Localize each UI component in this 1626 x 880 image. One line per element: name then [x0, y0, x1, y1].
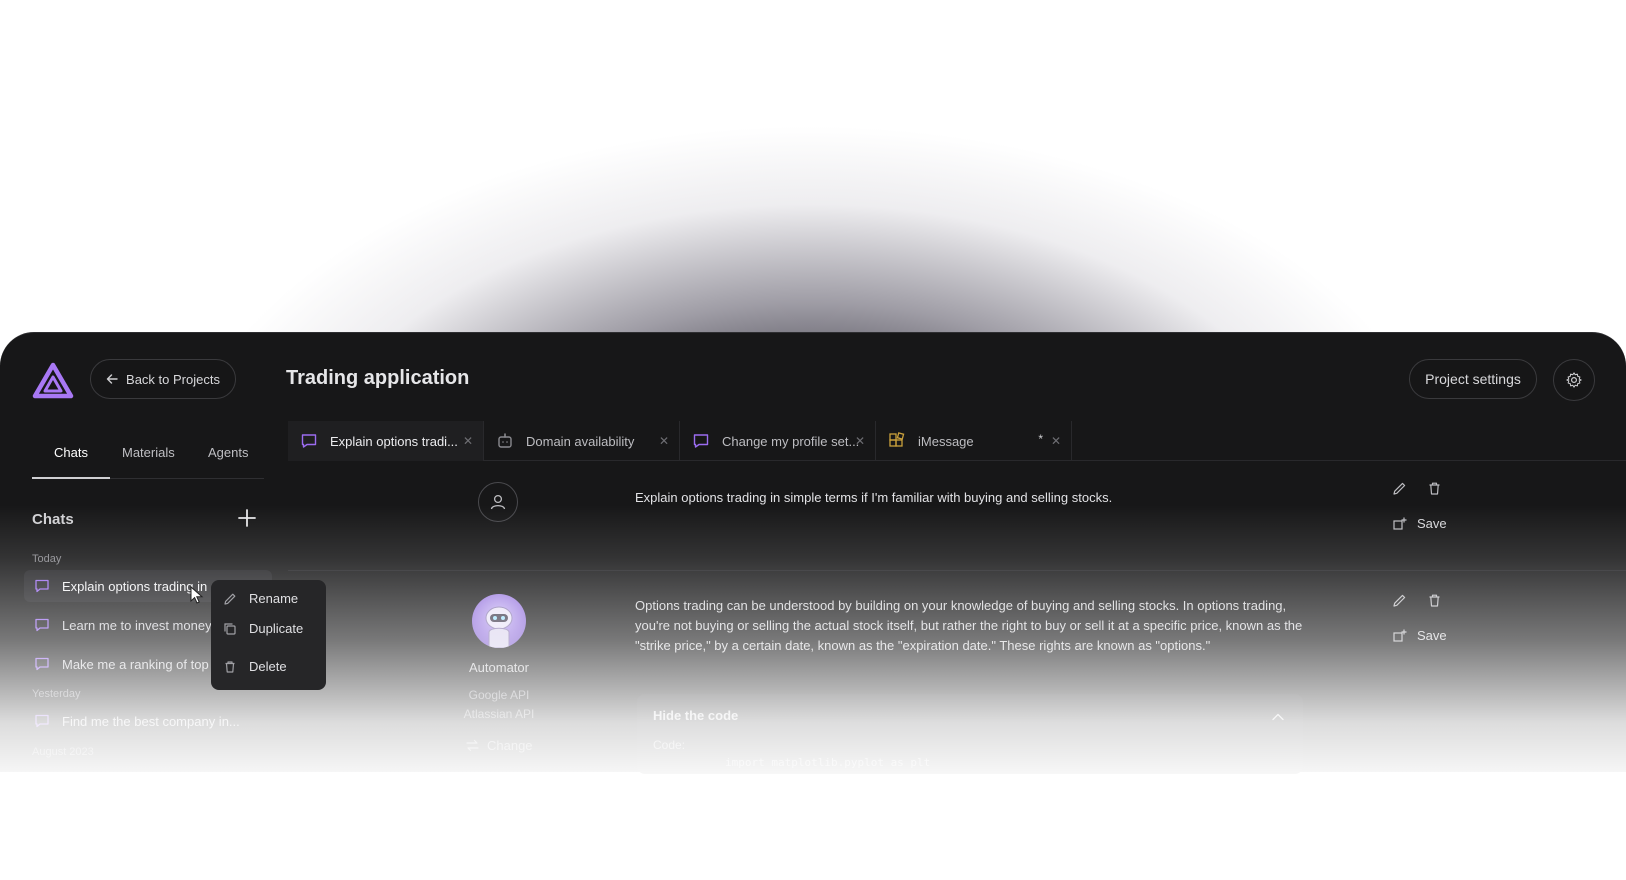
- sidebar-tabs: Chats Materials Agents: [32, 421, 264, 479]
- save-label: Save: [1417, 628, 1447, 643]
- user-icon: [490, 494, 506, 510]
- gear-icon: [1566, 372, 1582, 388]
- chat-icon: [301, 434, 317, 448]
- close-icon[interactable]: ✕: [659, 434, 669, 448]
- new-chat-plus-icon[interactable]: [236, 507, 258, 529]
- hide-code-toggle[interactable]: Hide the code: [653, 708, 738, 723]
- close-icon[interactable]: ✕: [463, 434, 473, 448]
- save-plus-icon: [1393, 629, 1407, 642]
- bot-message-text: Options trading can be understood by bui…: [635, 598, 1303, 653]
- chat-icon: [693, 434, 709, 448]
- tab-imessage[interactable]: iMessage * ✕: [876, 421, 1072, 461]
- context-menu-label: Duplicate: [249, 621, 304, 636]
- active-tab-indicator: [32, 477, 110, 479]
- mouse-cursor-icon: [190, 586, 204, 604]
- bot-name: Automator: [469, 660, 529, 675]
- arrow-left-icon: [106, 374, 118, 384]
- code-label: Code:: [653, 738, 686, 752]
- save-message-button[interactable]: Save: [1392, 516, 1447, 531]
- robot-avatar-icon: [485, 606, 513, 648]
- tab-agents[interactable]: Agents: [208, 445, 248, 460]
- chats-section-title: Chats: [32, 511, 74, 528]
- user-message-actions: [1392, 481, 1442, 496]
- chat-item-label: Make me a ranking of top i: [62, 656, 216, 672]
- code-line: import matplotlib.pyplot as plt: [725, 756, 931, 769]
- context-menu-duplicate[interactable]: Duplicate: [223, 621, 303, 636]
- context-menu-label: Rename: [249, 591, 299, 606]
- tab-domain-availability[interactable]: Domain availability ✕: [484, 421, 680, 461]
- tab-label: iMessage: [918, 433, 974, 449]
- chat-tab-bar: Explain options tradi... ✕ Domain availa…: [288, 421, 1626, 461]
- copy-icon: [224, 622, 236, 635]
- app-logo-icon: [32, 362, 74, 399]
- chat-icon: [35, 618, 49, 632]
- trash-icon[interactable]: [1427, 481, 1442, 496]
- user-message-text: Explain options trading in simple terms …: [635, 490, 1113, 505]
- message-divider: [288, 570, 1626, 571]
- trash-icon: [225, 660, 235, 673]
- save-message-button[interactable]: Save: [1392, 628, 1447, 643]
- tab-change-profile[interactable]: Change my profile set... ✕: [680, 421, 876, 461]
- close-icon[interactable]: ✕: [1051, 434, 1061, 448]
- robot-icon: [498, 433, 512, 448]
- edit-pencil-icon[interactable]: [1392, 481, 1407, 496]
- change-label: Change: [487, 738, 533, 753]
- context-menu-rename[interactable]: Rename: [223, 591, 298, 606]
- change-agent-button[interactable]: Change: [466, 738, 533, 753]
- chevron-up-icon[interactable]: [1271, 710, 1285, 724]
- pencil-icon: [224, 593, 236, 605]
- chat-item-label: Find me the best company in...: [62, 713, 240, 729]
- tab-chat-explain-options[interactable]: Explain options tradi... ✕: [288, 421, 484, 461]
- bot-avatar: [472, 594, 526, 648]
- chat-icon: [35, 579, 49, 593]
- edit-pencil-icon[interactable]: [1392, 593, 1407, 608]
- context-menu-label: Delete: [249, 659, 287, 674]
- back-to-projects-button[interactable]: Back to Projects: [90, 359, 236, 399]
- close-icon[interactable]: ✕: [855, 434, 865, 448]
- chat-icon: [35, 657, 49, 671]
- bot-message-actions: [1392, 593, 1442, 608]
- bot-api-atlassian: Atlassian API: [463, 707, 535, 721]
- context-menu-delete[interactable]: Delete: [223, 659, 287, 674]
- save-label: Save: [1417, 516, 1447, 531]
- project-settings-button[interactable]: Project settings: [1409, 359, 1537, 399]
- tab-materials[interactable]: Materials: [122, 445, 175, 460]
- trash-icon[interactable]: [1427, 593, 1442, 608]
- code-block: Hide the code Code: import matplotlib.py…: [637, 694, 1303, 774]
- chat-context-menu: Rename Duplicate Delete: [211, 580, 326, 690]
- apps-icon: [889, 432, 905, 447]
- swap-icon: [466, 739, 479, 752]
- user-avatar: [478, 482, 518, 522]
- unsaved-marker: *: [1038, 432, 1043, 446]
- tab-label: Change my profile set...: [722, 433, 860, 449]
- group-label-today: Today: [32, 553, 62, 565]
- group-label-yesterday: Yesterday: [32, 688, 81, 700]
- back-to-projects-label: Back to Projects: [126, 371, 220, 387]
- tab-chats[interactable]: Chats: [54, 445, 88, 460]
- chat-icon: [35, 714, 49, 728]
- settings-button[interactable]: [1553, 359, 1595, 401]
- chat-item-label: Learn me to invest money c: [62, 617, 222, 633]
- group-label-older: August 2023: [32, 746, 94, 758]
- page-title: Trading application: [286, 367, 470, 389]
- tab-label: Explain options tradi...: [330, 433, 458, 449]
- tab-label: Domain availability: [526, 433, 635, 449]
- save-plus-icon: [1393, 517, 1407, 530]
- bot-api-google: Google API: [468, 688, 530, 702]
- sidebar-chat-item[interactable]: Find me the best company in...: [24, 705, 272, 737]
